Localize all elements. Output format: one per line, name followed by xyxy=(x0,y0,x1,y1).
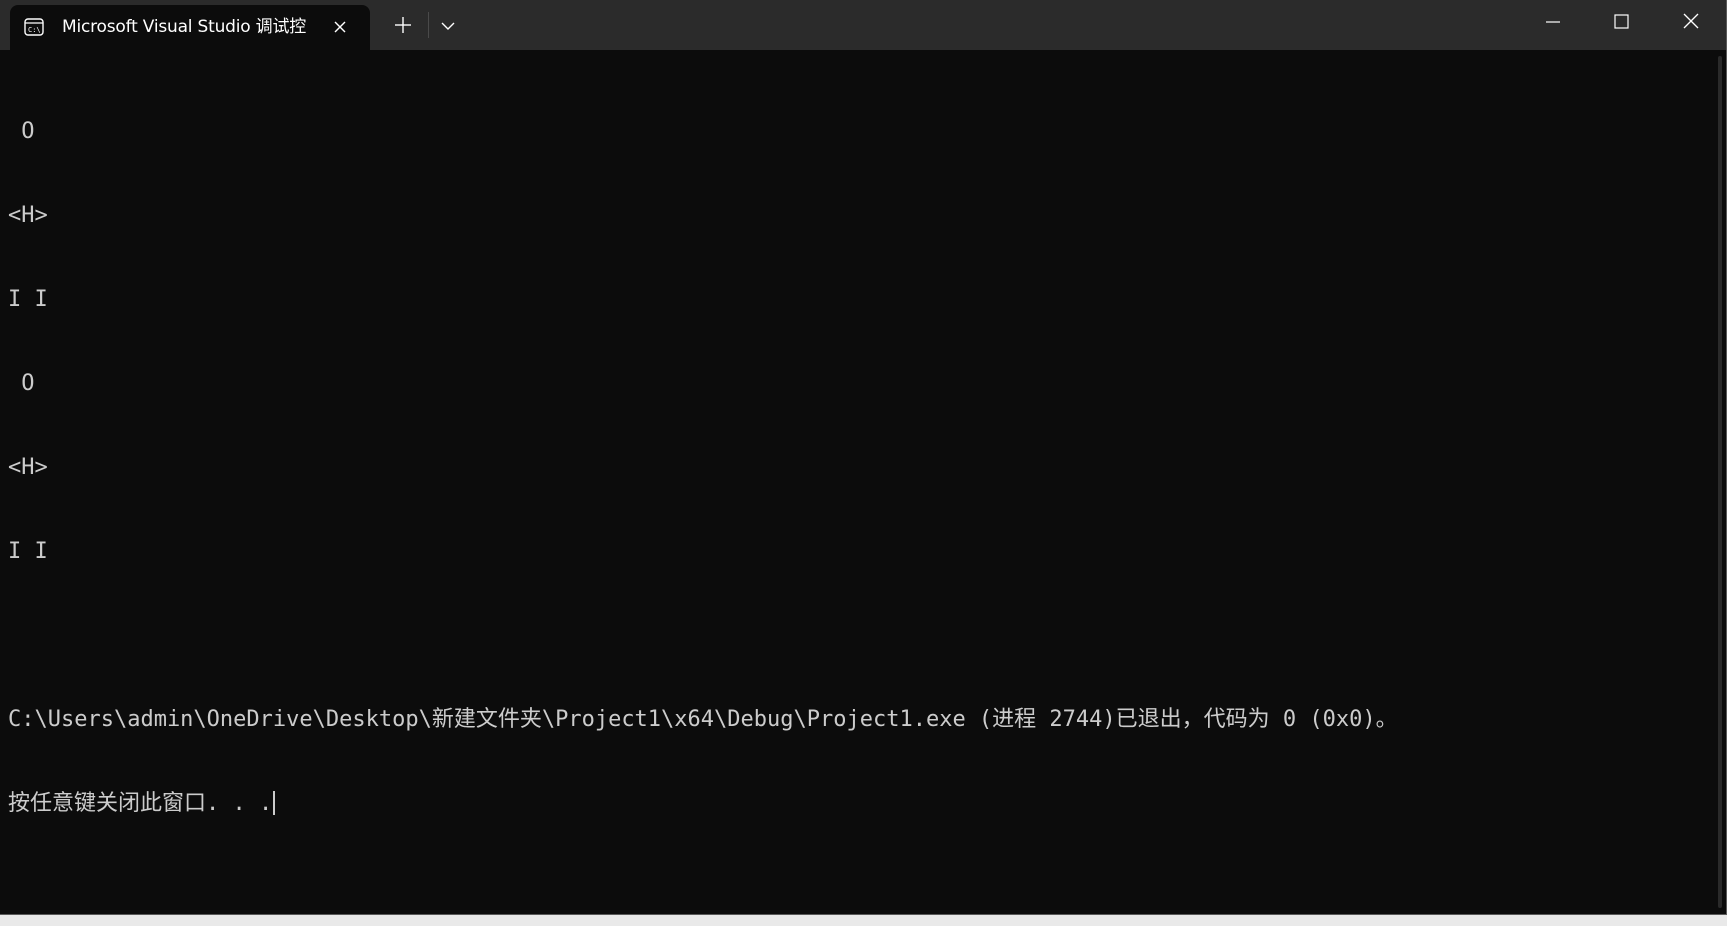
terminal-window: C:\ Microsoft Visual Studio 调试控 O <H> I … xyxy=(0,0,1727,915)
close-tab-icon[interactable] xyxy=(329,16,351,38)
console-line: 按任意键关闭此窗口. . . xyxy=(8,791,273,816)
console-app-icon: C:\ xyxy=(24,18,44,36)
text-cursor xyxy=(273,791,276,815)
console-line: O xyxy=(8,119,35,144)
maximize-icon[interactable] xyxy=(1604,10,1638,34)
scrollbar-thumb[interactable] xyxy=(1718,56,1722,908)
console-output-area[interactable]: O <H> I I O <H> I I C:\Users\admin\OneDr… xyxy=(0,50,1710,914)
chevron-down-icon[interactable] xyxy=(438,16,458,36)
console-line: <H> xyxy=(8,455,48,480)
tab-debug-console[interactable]: C:\ Microsoft Visual Studio 调试控 xyxy=(10,5,370,50)
console-text: O <H> I I O <H> I I C:\Users\admin\OneDr… xyxy=(8,62,1398,874)
tab-divider xyxy=(428,12,429,38)
console-line: I I xyxy=(8,287,48,312)
svg-text:C:\: C:\ xyxy=(28,26,41,34)
console-line: C:\Users\admin\OneDrive\Desktop\新建文件夹\Pr… xyxy=(8,707,1398,732)
new-tab-plus-icon[interactable] xyxy=(392,14,414,36)
console-prompt-line: 按任意键关闭此窗口. . . xyxy=(8,790,1398,818)
tab-title: Microsoft Visual Studio 调试控 xyxy=(62,17,307,37)
close-window-icon[interactable] xyxy=(1674,10,1708,34)
title-bar[interactable]: C:\ Microsoft Visual Studio 调试控 xyxy=(0,0,1726,50)
console-line: O xyxy=(8,371,35,396)
minimize-icon[interactable] xyxy=(1536,10,1570,34)
console-line: <H> xyxy=(8,203,48,228)
console-line: I I xyxy=(8,539,48,564)
